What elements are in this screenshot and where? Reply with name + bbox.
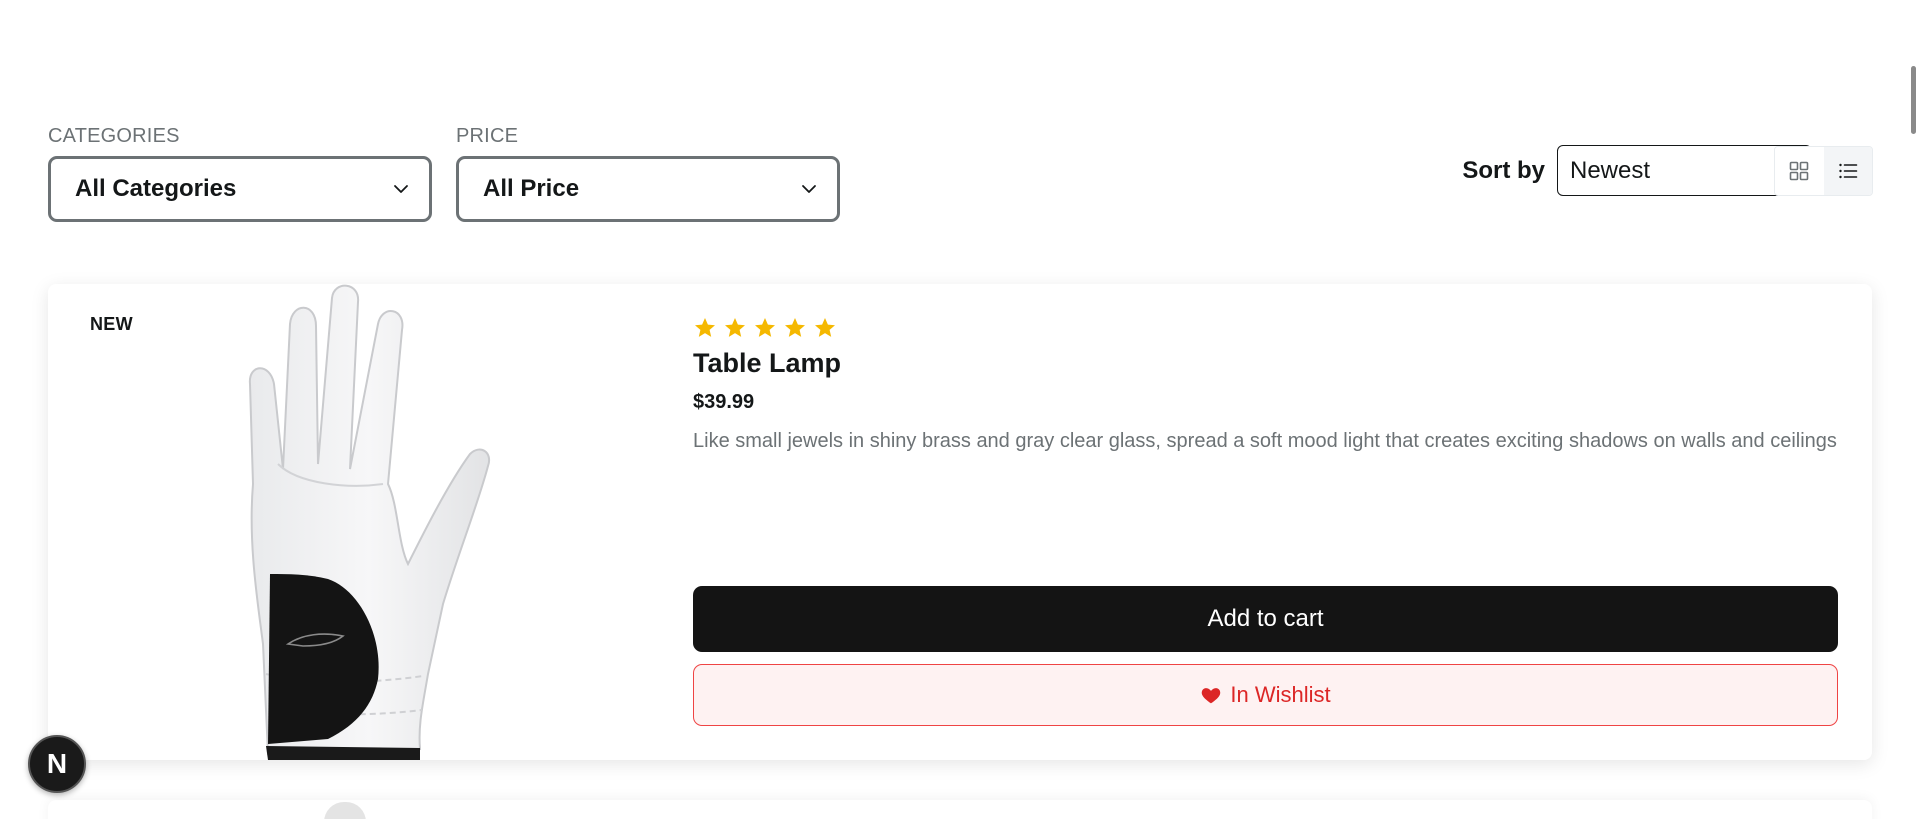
heart-icon: [1202, 688, 1221, 704]
page-scrollbar[interactable]: [1907, 0, 1919, 819]
product-price: $39.99: [693, 391, 755, 413]
wishlist-button[interactable]: In Wishlist: [693, 664, 1838, 726]
scrollbar-thumb[interactable]: [1911, 66, 1916, 134]
sort-control: Sort by Newest: [1462, 145, 1812, 196]
price-select[interactable]: All Price: [456, 156, 840, 222]
new-badge: NEW: [90, 314, 133, 334]
price-filter: PRICE All Price: [456, 124, 840, 222]
product-card: NEW Table Lamp $39.99 Like small jewels …: [48, 284, 1872, 760]
categories-label: CATEGORIES: [48, 125, 180, 147]
product-image[interactable]: [208, 284, 548, 760]
categories-filter: CATEGORIES All Categories: [48, 124, 432, 222]
wishlist-label: In Wishlist: [1230, 682, 1331, 707]
chevron-down-icon: [802, 185, 816, 193]
chevron-down-icon: [394, 185, 408, 193]
next-product-image: [324, 802, 366, 819]
star-icon: [695, 318, 715, 337]
star-icon: [785, 318, 805, 337]
list-view-button[interactable]: [1823, 147, 1872, 195]
categories-select[interactable]: All Categories: [48, 156, 432, 222]
star-icon: [815, 318, 835, 337]
product-info: Table Lamp $39.99 Like small jewels in s…: [693, 316, 1838, 456]
star-icon: [725, 318, 745, 337]
add-to-cart-button[interactable]: Add to cart: [693, 586, 1838, 652]
grid-view-button[interactable]: [1775, 147, 1824, 195]
view-toggle: [1774, 146, 1873, 196]
rating-stars: [693, 316, 1838, 342]
product-description: Like small jewels in shiny brass and gra…: [693, 430, 1837, 452]
grid-icon: [1789, 161, 1809, 181]
price-label: PRICE: [456, 125, 519, 147]
filter-bar: CATEGORIES All Categories PRICE All Pric…: [48, 124, 840, 222]
list-icon: [1839, 163, 1858, 179]
sort-label: Sort by: [1462, 156, 1545, 184]
price-value: All Price: [483, 175, 580, 202]
next-product-card: [48, 800, 1872, 819]
star-icon: [755, 318, 775, 337]
product-title[interactable]: Table Lamp: [693, 348, 1838, 379]
nextjs-dev-indicator[interactable]: N: [28, 735, 86, 793]
categories-value: All Categories: [75, 175, 237, 202]
